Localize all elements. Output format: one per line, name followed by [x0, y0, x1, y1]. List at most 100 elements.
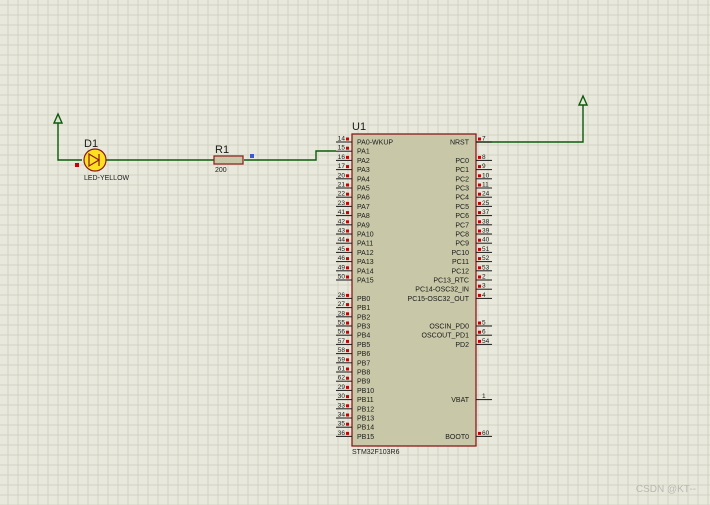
pin-number: 15 — [338, 145, 346, 152]
pin-number: 11 — [482, 182, 489, 189]
pin-number: 9 — [482, 163, 486, 170]
pin-name: PB11 — [357, 397, 374, 404]
pin-name: PA0-WKUP — [357, 140, 393, 147]
pin-marker — [346, 238, 349, 242]
pin-marker — [346, 275, 349, 279]
pin-marker — [478, 257, 481, 261]
pin-number: 56 — [338, 329, 346, 336]
pin-number: 14 — [338, 136, 346, 143]
resistor-ref-label: R1 — [215, 144, 229, 156]
pin-number: 43 — [338, 228, 346, 235]
pin-number: 61 — [338, 366, 346, 373]
pin-name: PB14 — [357, 425, 374, 432]
pin-name: PC15-OSC32_OUT — [408, 296, 470, 303]
pin-marker — [346, 211, 349, 215]
pin-name: PB8 — [357, 370, 370, 377]
pin-name: PA9 — [357, 222, 370, 229]
pin-marker — [346, 339, 349, 343]
pin-number: 34 — [338, 412, 346, 419]
pin-marker — [478, 137, 481, 141]
pin-name: PC1 — [455, 167, 469, 174]
pin-number: 20 — [338, 172, 346, 179]
pin-number: 49 — [338, 264, 346, 271]
pin-number: 55 — [338, 320, 346, 327]
pin-marker — [346, 358, 349, 362]
pin-name: PC7 — [455, 222, 469, 229]
pin-name: PC4 — [455, 195, 469, 202]
pin-marker — [346, 155, 349, 159]
pin-name: PB9 — [357, 379, 370, 386]
pin-number: 17 — [338, 163, 346, 170]
pin-number: 2 — [482, 274, 486, 281]
pin-name: PA3 — [357, 167, 370, 174]
pin-name: PA12 — [357, 250, 374, 257]
mcu-u1[interactable]: U1 14PA0-WKUP15PA116PA217PA320PA421PA522… — [336, 121, 492, 456]
pin-marker — [346, 404, 349, 408]
pin-number: 51 — [482, 246, 490, 253]
wire-nrst-to-power[interactable] — [476, 105, 584, 143]
pin-name: PC3 — [455, 186, 469, 193]
pin-marker — [346, 146, 349, 150]
pin-name: PB1 — [357, 305, 370, 312]
pin-marker — [478, 211, 481, 215]
pin-marker — [346, 321, 349, 325]
pin-marker — [478, 220, 481, 224]
pin-number: 23 — [338, 200, 346, 207]
schematic-canvas[interactable]: D1 LED-YELLOW R1 200 U1 14PA0-WKUP15PA11… — [0, 0, 710, 505]
mcu-part-label: STM32F103R6 — [352, 449, 400, 456]
pin-marker — [346, 229, 349, 233]
pin-name: PA15 — [357, 278, 374, 285]
pin-name: PA13 — [357, 259, 374, 266]
pin-number: 36 — [338, 430, 346, 437]
pin-marker — [346, 349, 349, 353]
pin-number: 44 — [338, 237, 346, 244]
pin-name: BOOT0 — [445, 434, 469, 441]
pin-number: 10 — [482, 172, 490, 179]
pin-name: PB0 — [357, 296, 370, 303]
pin-name: PA14 — [357, 268, 374, 275]
led-value-label: LED-YELLOW — [84, 175, 130, 182]
pin-number: 58 — [338, 347, 346, 354]
pin-marker — [478, 192, 481, 196]
pin-marker — [478, 155, 481, 159]
led-ref-label: D1 — [84, 138, 98, 150]
pin-name: PA8 — [357, 213, 370, 220]
pin-name: PA4 — [357, 176, 370, 183]
pin-marker — [346, 395, 349, 399]
pin-number: 4 — [482, 292, 486, 299]
pin-marker — [346, 312, 349, 316]
pin-name: PA5 — [357, 186, 370, 193]
pin-number: 24 — [482, 191, 490, 198]
pin-number: 16 — [338, 154, 346, 161]
pin-name: PC13_RTC — [433, 278, 469, 285]
pin-marker — [346, 165, 349, 169]
pin-marker — [346, 137, 349, 141]
pin-name: PB2 — [357, 314, 370, 321]
power-terminal-right[interactable] — [577, 94, 589, 106]
pin-number: 6 — [482, 329, 486, 336]
pin-number: 7 — [482, 136, 486, 143]
led-pin-marker — [75, 163, 79, 167]
pin-number: 42 — [338, 218, 346, 225]
pin-marker — [346, 266, 349, 270]
pin-name: PC12 — [451, 268, 469, 275]
resistor-value-label: 200 — [215, 167, 227, 174]
pin-marker — [346, 431, 349, 435]
pin-number: 37 — [482, 209, 490, 216]
pin-number: 50 — [338, 274, 346, 281]
pin-marker — [346, 385, 349, 389]
pin-marker — [346, 183, 349, 187]
pin-number: 5 — [482, 320, 486, 327]
pin-marker — [478, 229, 481, 233]
mcu-ref-label: U1 — [352, 121, 366, 133]
pin-number: 35 — [338, 421, 346, 428]
pin-number: 27 — [338, 301, 346, 308]
pin-name: PB12 — [357, 406, 374, 413]
pin-name: PB13 — [357, 416, 374, 423]
pin-number: 1 — [482, 393, 486, 400]
pin-number: 8 — [482, 154, 486, 161]
pin-name: PA2 — [357, 158, 370, 165]
pin-number: 41 — [338, 209, 346, 216]
pin-number: 62 — [338, 375, 346, 382]
pin-name: PA6 — [357, 195, 370, 202]
